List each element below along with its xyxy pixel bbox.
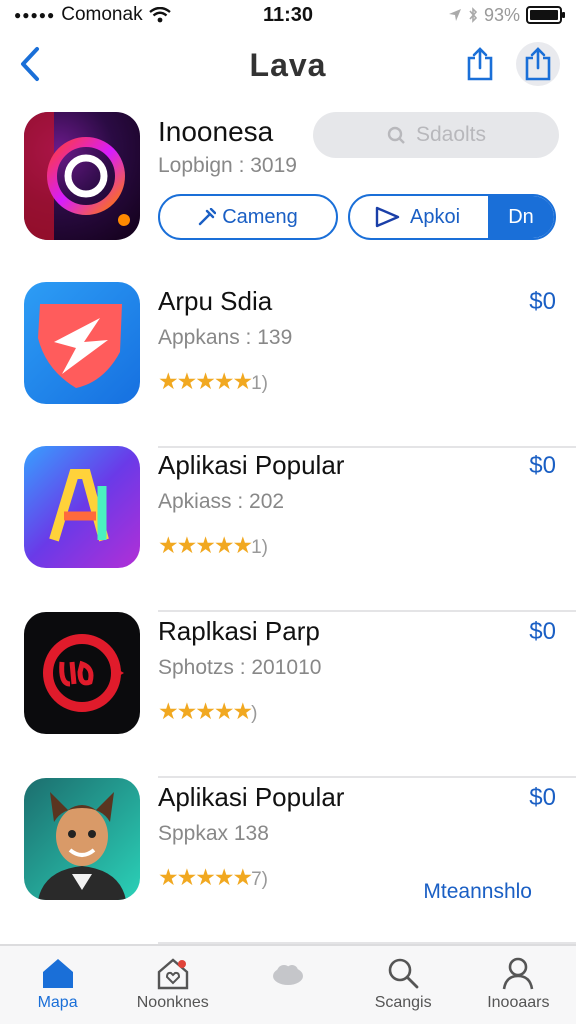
tab-bar: Mapa Noonknes Scangis Inooaars xyxy=(0,944,576,1024)
list-item[interactable]: Aplikasi Popular Sppkax 138 ★★★★★7) $0 M… xyxy=(0,778,576,944)
signal-strength-icon: ●●●●● xyxy=(14,8,56,22)
featured-app-name: Inoonesa xyxy=(158,116,274,147)
stars-icon: ★★★★★ xyxy=(158,698,253,724)
featured-app-icon[interactable] xyxy=(24,112,140,240)
app-icon xyxy=(24,446,140,568)
status-bar: ●●●●● Comonak 11:30 93% xyxy=(0,0,576,30)
more-link[interactable]: Mteannshlo xyxy=(423,880,532,904)
location-icon xyxy=(448,9,461,21)
apk-label: Apkoi xyxy=(410,205,461,228)
tab-favorites[interactable]: Noonknes xyxy=(118,946,228,1012)
list-item[interactable]: Aplikasi Popular Apkiass : 202 ★★★★★1) $… xyxy=(0,446,576,612)
cloud-icon xyxy=(272,965,303,985)
wifi-icon xyxy=(148,7,171,23)
app-subtitle: Apkiass : 202 xyxy=(158,490,285,513)
tab-label: Mapa xyxy=(37,994,78,1011)
get-price-button[interactable]: $0 xyxy=(529,452,556,480)
red-ring-logo-icon xyxy=(43,634,124,712)
swirl-logo-icon xyxy=(24,112,130,240)
share-alt-button[interactable] xyxy=(516,42,560,86)
stars-icon: ★★★★★ xyxy=(158,368,253,394)
status-left: ●●●●● Comonak xyxy=(14,4,171,26)
tab-profile[interactable]: Inooaars xyxy=(463,946,573,1012)
gaming-label: Cameng xyxy=(222,205,298,228)
get-price-button[interactable]: $0 xyxy=(529,288,556,316)
list-item[interactable]: Arpu Sdia Appkans : 139 ★★★★★1) $0 xyxy=(0,282,576,448)
star-rating: ★★★★★1) xyxy=(158,368,268,395)
house-heart-icon xyxy=(157,958,188,990)
battery-icon xyxy=(526,6,565,24)
play-flag-icon xyxy=(375,206,400,228)
bluetooth-icon xyxy=(469,7,478,23)
sparkle-icon xyxy=(198,208,217,226)
stars-icon: ★★★★★ xyxy=(158,532,253,558)
share-icon xyxy=(525,47,551,81)
app-name: Raplkasi Parp xyxy=(158,616,320,646)
apk-toggle-state: Dn xyxy=(488,196,554,238)
navigation-bar: Lava xyxy=(0,30,576,100)
tab-label: Inooaars xyxy=(487,994,550,1011)
avatar-face-icon xyxy=(38,792,126,900)
letter-a-icon xyxy=(49,469,109,542)
app-icon xyxy=(24,612,140,734)
rating-count: 1) xyxy=(251,537,269,558)
search-icon xyxy=(387,126,405,144)
tab-cloud[interactable] xyxy=(233,946,343,994)
app-icon xyxy=(24,778,140,900)
rating-count: 7) xyxy=(251,869,269,890)
page-title: Lava xyxy=(249,46,327,83)
rating-count: 1) xyxy=(251,373,269,394)
star-rating: ★★★★★7) xyxy=(158,864,268,891)
app-name: Arpu Sdia xyxy=(158,286,273,316)
shield-arrow-icon xyxy=(38,304,122,388)
list-item[interactable]: Raplkasi Parp Sphotzs : 201010 ★★★★★) $0 xyxy=(0,612,576,778)
app-icon xyxy=(24,282,140,404)
app-subtitle: Appkans : 139 xyxy=(158,326,293,349)
tab-label: Scangis xyxy=(374,994,432,1011)
tab-search[interactable]: Scangis xyxy=(348,946,458,1012)
get-price-button[interactable]: $0 xyxy=(529,618,556,646)
person-icon xyxy=(503,957,534,990)
get-price-button[interactable]: $0 xyxy=(529,784,556,812)
search-field[interactable]: Sdaolts xyxy=(313,112,559,158)
stars-icon: ★★★★★ xyxy=(158,864,253,890)
app-subtitle: Sppkax 138 xyxy=(158,822,269,845)
back-button[interactable] xyxy=(10,42,50,86)
status-time: 11:30 xyxy=(262,3,314,26)
battery-percentage: 93% xyxy=(483,4,520,25)
status-right: 93% xyxy=(448,4,565,26)
search-placeholder: Sdaolts xyxy=(415,123,487,146)
featured-app: Inoonesa Lopbign : 3019 Sdaolts Cameng A… xyxy=(0,110,576,260)
home-icon xyxy=(42,959,73,988)
chevron-left-icon xyxy=(21,47,39,81)
app-subtitle: Sphotzs : 201010 xyxy=(158,656,322,679)
search-icon xyxy=(388,958,419,989)
gaming-button[interactable]: Cameng xyxy=(158,194,338,240)
rating-count: ) xyxy=(251,703,258,724)
tab-label: Noonknes xyxy=(136,994,209,1011)
tab-home[interactable]: Mapa xyxy=(3,946,113,1012)
app-name: Aplikasi Popular xyxy=(158,782,345,812)
apk-toggle-button[interactable]: Apkoi Dn xyxy=(348,194,556,240)
star-rating: ★★★★★1) xyxy=(158,532,268,559)
featured-app-subtitle: Lopbign : 3019 xyxy=(158,154,297,177)
carrier-name: Comonak xyxy=(61,4,143,25)
app-name: Aplikasi Popular xyxy=(158,450,345,480)
share-icon xyxy=(467,47,493,81)
star-rating: ★★★★★) xyxy=(158,698,257,725)
share-button[interactable] xyxy=(458,42,502,86)
